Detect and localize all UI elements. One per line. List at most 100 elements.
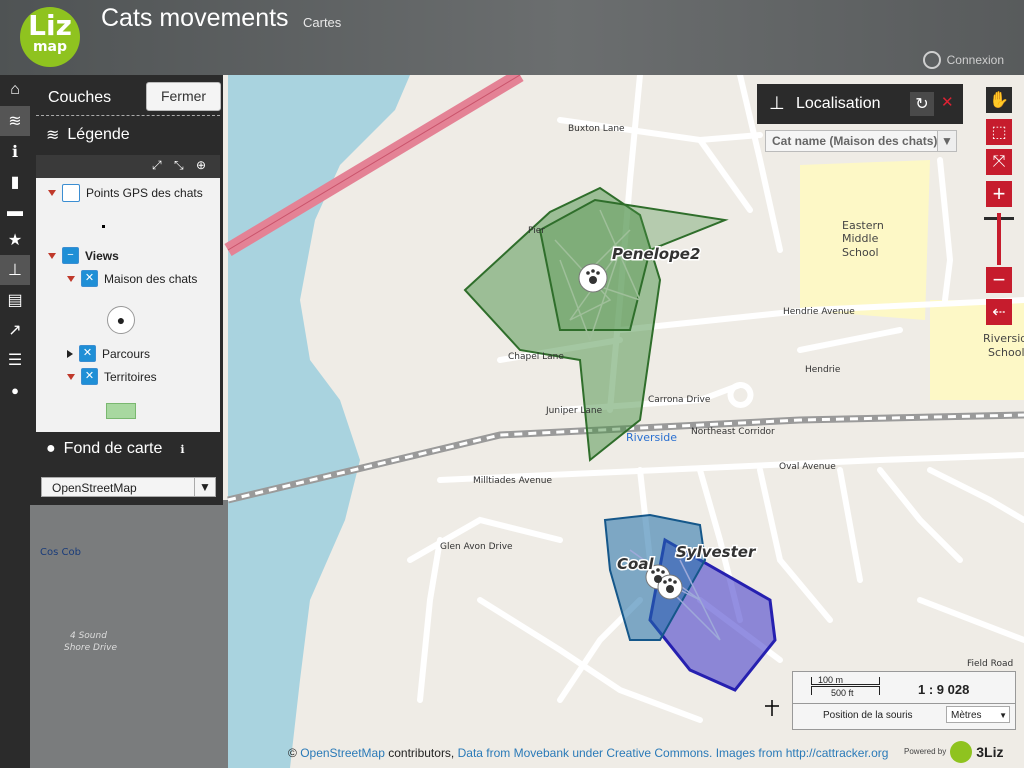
svg-text:Buxton Lane: Buxton Lane <box>568 124 625 134</box>
locate-icon: ⊥ <box>769 93 785 113</box>
svg-text:Eastern: Eastern <box>842 219 884 232</box>
basemap-header: ● Fond de carte ℹ <box>46 440 185 458</box>
globe-icon[interactable]: ● <box>0 375 30 405</box>
zoom-extent-icon[interactable]: ⤧ <box>986 149 1012 175</box>
copyright-symbol: © <box>288 746 297 760</box>
layer-row-points[interactable]: Points GPS des chats <box>48 184 203 202</box>
page-title: Cats movements <box>101 4 289 32</box>
layer-checkbox[interactable]: ✕ <box>81 270 98 287</box>
comment-icon[interactable]: ▬ <box>0 197 30 227</box>
svg-text:Shore Drive: Shore Drive <box>64 643 117 653</box>
svg-text:Riversid: Riversid <box>983 332 1024 345</box>
localisation-panel: ⊥ Localisation ↻ ✕ <box>757 84 963 124</box>
layer-checkbox[interactable] <box>62 184 80 202</box>
svg-text:Northeast Corridor: Northeast Corridor <box>691 427 775 437</box>
list-icon[interactable]: ☰ <box>0 345 30 375</box>
share-icon[interactable]: ↗ <box>0 315 30 345</box>
close-icon[interactable]: ✕ <box>941 93 954 111</box>
locate-icon[interactable]: ⊥ <box>0 255 30 285</box>
contributors-text: contributors, <box>384 746 458 760</box>
refresh-icon[interactable]: ↻ <box>910 92 934 116</box>
layer-checkbox[interactable]: ✕ <box>81 368 98 385</box>
home-icon[interactable]: ⌂ <box>0 75 30 105</box>
layer-label: Points GPS des chats <box>86 186 203 200</box>
zoom-out-button[interactable]: − <box>986 267 1012 293</box>
svg-text:Milltiades Avenue: Milltiades Avenue <box>473 476 553 486</box>
svg-text:Hendrie Avenue: Hendrie Avenue <box>783 307 855 317</box>
powered-by[interactable]: Powered by 3Liz <box>904 735 1024 768</box>
print-icon[interactable]: ▤ <box>0 285 30 315</box>
close-panel-button[interactable]: Fermer <box>146 82 221 111</box>
logo-text-bottom: map <box>32 39 68 55</box>
layer-label: Views <box>85 248 119 263</box>
svg-text:Riverside: Riverside <box>626 431 677 444</box>
panel-title: Couches <box>48 89 112 106</box>
svg-text:4 Sound: 4 Sound <box>70 631 107 641</box>
layer-checkbox[interactable]: ✕ <box>79 345 96 362</box>
layer-row-parcours[interactable]: ✕ Parcours <box>67 345 150 362</box>
lizmap-logo[interactable]: Liz map <box>20 7 80 67</box>
svg-text:Penelope2: Penelope2 <box>612 245 700 263</box>
info-icon[interactable]: ℹ <box>0 137 30 167</box>
basemap-value: OpenStreetMap <box>52 481 137 495</box>
paw-icon: ● <box>107 306 135 334</box>
chart-icon[interactable]: ▮ <box>0 167 30 197</box>
movebank-link[interactable]: Data from Movebank under Creative Common… <box>458 746 889 760</box>
expand-caret-icon[interactable] <box>67 275 75 282</box>
svg-text:Sylvester: Sylvester <box>676 543 757 561</box>
svg-text:School: School <box>988 346 1024 359</box>
chevron-down-icon: ▼ <box>999 711 1007 720</box>
layers-icon[interactable]: ≋ <box>0 106 30 136</box>
svg-text:Field Road: Field Road <box>967 659 1013 669</box>
scale-divider <box>793 703 1015 704</box>
scale-metric: 100 m <box>818 675 844 685</box>
scale-panel: 100 m 500 ft 1 : 9 028 Position de la so… <box>792 671 1016 730</box>
layers-stack-icon: ≋ <box>46 127 60 144</box>
layer-row-territoires[interactable]: ✕ Territoires <box>67 368 157 385</box>
zoom-slider-track[interactable] <box>997 213 1001 265</box>
panel-divider <box>36 115 220 116</box>
cat-search-placeholder: Cat name (Maison des chats) <box>772 134 938 148</box>
cat-search-select[interactable]: Cat name (Maison des chats) ▼ <box>765 130 957 152</box>
layer-tree: Points GPS des chats − Views ✕ Maison de… <box>36 178 220 432</box>
svg-text:Cos Cob: Cos Cob <box>40 547 81 558</box>
point-symbol <box>102 225 105 228</box>
zoom-in-button[interactable]: + <box>986 181 1012 207</box>
pan-icon[interactable]: ✋ <box>986 87 1012 113</box>
chevron-down-icon: ▼ <box>194 478 215 496</box>
layer-checkbox[interactable]: − <box>62 247 79 264</box>
layer-row-views[interactable]: − Views <box>48 247 119 264</box>
legend-header[interactable]: ≋ Légende <box>46 125 130 145</box>
osm-link[interactable]: OpenStreetMap <box>300 746 385 760</box>
layer-row-maison[interactable]: ✕ Maison des chats <box>67 270 197 287</box>
svg-text:Juniper Lane: Juniper Lane <box>545 406 603 416</box>
expand-caret-icon[interactable] <box>67 373 75 380</box>
localisation-title: Localisation <box>796 95 881 112</box>
power-icon <box>922 51 941 69</box>
zoom-layer-icon[interactable]: ⊕ <box>196 158 206 172</box>
expand-icon[interactable]: ⤢ <box>152 158 162 173</box>
expand-caret-icon[interactable] <box>67 349 73 358</box>
expand-caret-icon[interactable] <box>48 190 56 196</box>
page-subtitle: Cartes <box>303 15 342 30</box>
zoom-box-icon[interactable]: ⬚ <box>986 119 1012 145</box>
chevron-down-icon: ▼ <box>937 131 956 151</box>
legend-tools: ⤢ ⤡ ⊕ <box>36 155 220 178</box>
basemap-select[interactable]: OpenStreetMap ▼ <box>41 477 216 497</box>
powered-label: Powered by <box>904 747 947 756</box>
scale-ratio: 1 : 9 028 <box>918 682 970 697</box>
svg-text:Chapel Lane: Chapel Lane <box>508 352 564 362</box>
3liz-logo-icon <box>950 740 973 763</box>
star-icon[interactable]: ★ <box>0 225 30 255</box>
previous-view-icon[interactable]: ⇠ <box>986 299 1012 325</box>
app-root: Buxton Lane Pier Chapel Lane Juniper Lan… <box>0 0 1024 768</box>
collapse-icon[interactable]: ⤡ <box>174 158 184 173</box>
svg-text:Glen Avon Drive: Glen Avon Drive <box>440 542 513 552</box>
unit-select[interactable]: Mètres ▼ <box>946 706 1010 723</box>
login-button[interactable]: Connexion <box>922 51 1004 69</box>
logo-text-top: Liz <box>28 9 72 42</box>
info-icon[interactable]: ℹ <box>180 443 184 456</box>
expand-caret-icon[interactable] <box>48 252 56 259</box>
brand-text: 3Liz <box>976 743 1004 760</box>
svg-text:School: School <box>842 246 879 259</box>
